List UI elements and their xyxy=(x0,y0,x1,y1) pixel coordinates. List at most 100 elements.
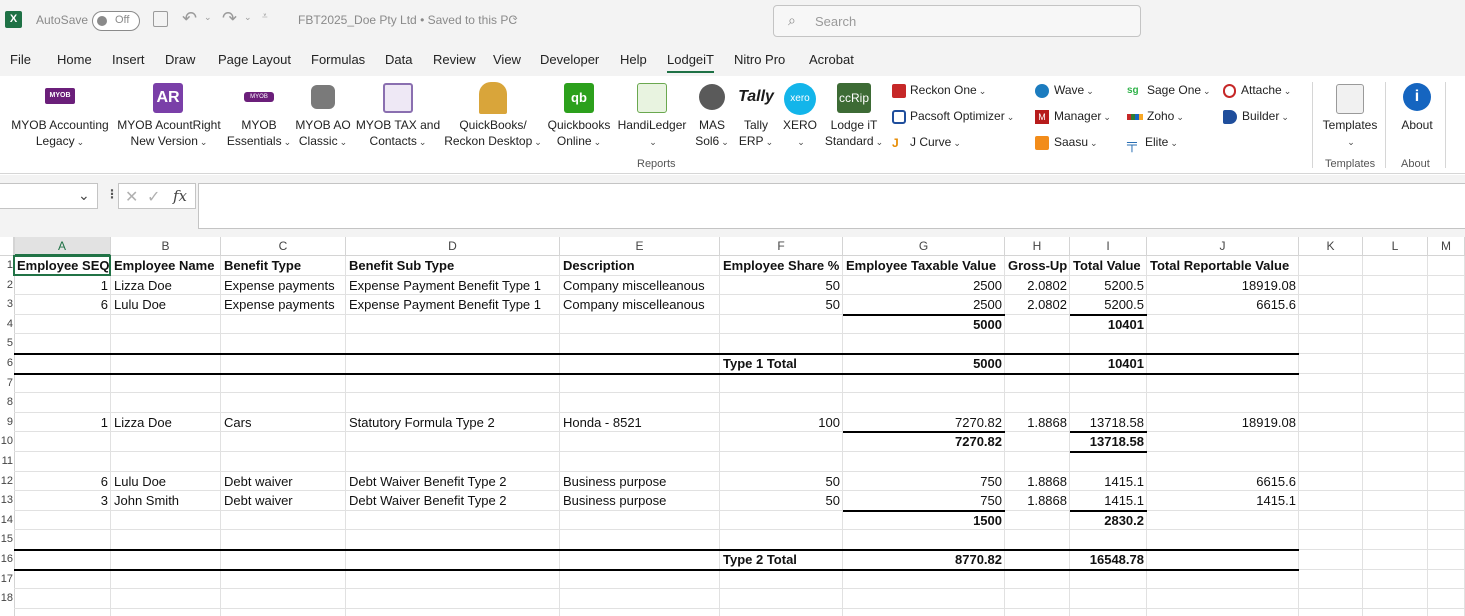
table-cell[interactable]: 5200.5 xyxy=(1070,295,1147,315)
row-header[interactable]: 12 xyxy=(0,472,14,492)
table-cell[interactable]: 13718.58 xyxy=(1070,413,1147,433)
table-cell[interactable] xyxy=(346,334,560,354)
table-cell[interactable] xyxy=(221,530,346,550)
table-cell[interactable] xyxy=(1070,393,1147,413)
table-cell[interactable] xyxy=(1005,452,1070,472)
redo-dropdown-icon[interactable]: ⌄ xyxy=(244,12,252,23)
sage-one-button[interactable]: sg Sage One ⌄ xyxy=(1127,83,1211,98)
table-cell[interactable] xyxy=(1005,374,1070,394)
elite-button[interactable]: ╤ Elite ⌄ xyxy=(1127,135,1178,150)
tab-insert[interactable]: Insert xyxy=(112,52,145,67)
table-cell[interactable]: 10401 xyxy=(1070,315,1147,335)
table-cell[interactable] xyxy=(346,374,560,394)
header-cell[interactable]: Employee Share % xyxy=(720,256,843,276)
table-cell[interactable] xyxy=(111,530,221,550)
table-cell[interactable]: 2500 xyxy=(843,295,1005,315)
table-cell[interactable] xyxy=(221,393,346,413)
table-cell[interactable] xyxy=(346,589,560,609)
table-cell[interactable]: Lulu Doe xyxy=(111,295,221,315)
tab-review[interactable]: Review xyxy=(433,52,476,67)
table-cell[interactable] xyxy=(1005,315,1070,335)
title-dropdown-icon[interactable]: ⌄ xyxy=(511,12,519,23)
builder-button[interactable]: Builder ⌄ xyxy=(1223,109,1289,124)
spreadsheet-grid[interactable]: A B C D E F G H I J K L M 1 Employee SEQ Employee Name B… xyxy=(0,237,1465,616)
header-cell[interactable]: Total Reportable Value xyxy=(1147,256,1299,276)
table-cell[interactable] xyxy=(1147,315,1299,335)
table-cell[interactable]: 100 xyxy=(720,413,843,433)
jcurve-button[interactable]: JJ Curve ⌄ xyxy=(892,135,961,150)
table-cell[interactable] xyxy=(560,374,720,394)
table-cell[interactable] xyxy=(1005,570,1070,590)
table-cell[interactable] xyxy=(720,393,843,413)
table-cell[interactable] xyxy=(1070,452,1147,472)
formula-input[interactable] xyxy=(198,183,1465,229)
table-cell[interactable]: 1415.1 xyxy=(1070,472,1147,492)
tab-page-layout[interactable]: Page Layout xyxy=(218,52,291,67)
table-cell[interactable]: Lizza Doe xyxy=(111,413,221,433)
table-cell[interactable]: 2.0802 xyxy=(1005,276,1070,296)
table-cell[interactable] xyxy=(560,589,720,609)
table-cell[interactable]: Cars xyxy=(221,413,346,433)
table-cell[interactable] xyxy=(14,511,111,531)
header-cell[interactable]: Total Value xyxy=(1070,256,1147,276)
table-cell[interactable] xyxy=(1005,511,1070,531)
table-cell[interactable] xyxy=(14,452,111,472)
table-cell[interactable] xyxy=(346,530,560,550)
table-cell[interactable]: 5200.5 xyxy=(1070,276,1147,296)
table-cell[interactable]: 3 xyxy=(14,491,111,511)
table-cell[interactable] xyxy=(346,432,560,452)
table-cell[interactable] xyxy=(1005,432,1070,452)
table-cell[interactable] xyxy=(560,354,720,374)
table-cell[interactable] xyxy=(720,452,843,472)
table-cell[interactable] xyxy=(346,570,560,590)
header-cell[interactable]: Description xyxy=(560,256,720,276)
table-cell[interactable] xyxy=(111,570,221,590)
table-cell[interactable] xyxy=(560,315,720,335)
table-cell[interactable] xyxy=(14,374,111,394)
table-cell[interactable]: 5000 xyxy=(843,354,1005,374)
table-cell[interactable]: 6 xyxy=(14,295,111,315)
table-cell[interactable]: Company miscelleanous xyxy=(560,295,720,315)
table-cell[interactable] xyxy=(720,432,843,452)
table-cell[interactable] xyxy=(560,530,720,550)
table-cell[interactable] xyxy=(1147,589,1299,609)
table-cell[interactable] xyxy=(346,452,560,472)
column-header-k[interactable]: K xyxy=(1299,237,1363,256)
table-cell[interactable] xyxy=(111,511,221,531)
table-cell[interactable] xyxy=(720,570,843,590)
table-cell[interactable] xyxy=(111,589,221,609)
table-cell[interactable] xyxy=(1070,530,1147,550)
table-cell[interactable] xyxy=(1147,354,1299,374)
insert-function-icon[interactable]: fx xyxy=(173,187,187,205)
tab-developer[interactable]: Developer xyxy=(540,52,599,67)
table-cell[interactable]: 7270.82 xyxy=(843,432,1005,452)
table-cell[interactable] xyxy=(221,334,346,354)
table-cell[interactable] xyxy=(1070,374,1147,394)
autosave-toggle[interactable]: Off xyxy=(92,11,140,31)
table-cell[interactable] xyxy=(1147,393,1299,413)
table-cell[interactable]: 18919.08 xyxy=(1147,276,1299,296)
table-cell[interactable]: Expense payments xyxy=(221,295,346,315)
table-cell[interactable]: Honda - 8521 xyxy=(560,413,720,433)
tab-data[interactable]: Data xyxy=(385,52,412,67)
cancel-icon[interactable]: ✕ xyxy=(125,187,138,207)
table-cell[interactable]: 8770.82 xyxy=(843,550,1005,570)
header-cell[interactable]: Gross-Up xyxy=(1005,256,1070,276)
table-cell[interactable] xyxy=(346,511,560,531)
row-header[interactable]: 6 xyxy=(0,354,14,374)
table-cell[interactable] xyxy=(560,570,720,590)
table-cell[interactable] xyxy=(1005,334,1070,354)
table-cell[interactable] xyxy=(720,530,843,550)
table-cell[interactable]: Type 2 Total xyxy=(720,550,843,570)
table-cell[interactable]: 5000 xyxy=(843,315,1005,335)
table-cell[interactable] xyxy=(221,570,346,590)
table-cell[interactable] xyxy=(720,315,843,335)
table-cell[interactable] xyxy=(560,452,720,472)
table-cell[interactable] xyxy=(1070,334,1147,354)
table-cell[interactable] xyxy=(1147,530,1299,550)
table-cell[interactable]: Business purpose xyxy=(560,491,720,511)
table-cell[interactable] xyxy=(221,550,346,570)
table-cell[interactable]: Company miscelleanous xyxy=(560,276,720,296)
table-cell[interactable]: John Smith xyxy=(111,491,221,511)
table-cell[interactable] xyxy=(560,550,720,570)
